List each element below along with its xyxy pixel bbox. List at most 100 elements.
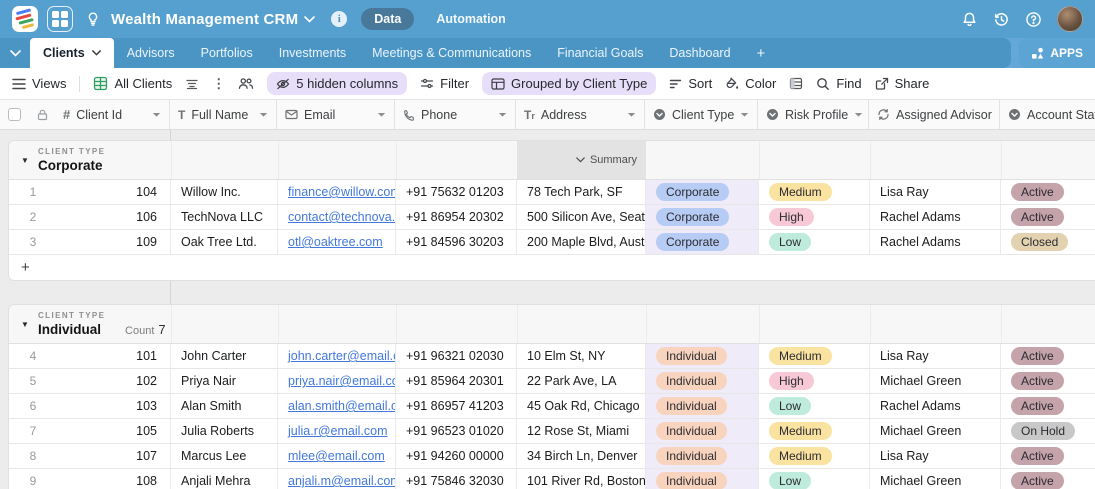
table-row[interactable]: 5102 Priya Nair priya.nair@email.com +91… [8, 369, 1095, 394]
cell-address[interactable]: 12 Rose St, Miami [517, 419, 646, 443]
cell-email[interactable]: finance@willow.com [278, 180, 396, 204]
filter-button[interactable]: Filter [420, 76, 469, 91]
cell-full-name[interactable]: Marcus Lee [171, 444, 278, 468]
nav-automation-tab[interactable]: Automation [436, 12, 505, 26]
column-header-full-name[interactable]: T Full Name [170, 100, 277, 129]
cell-client-type[interactable]: Corporate [646, 205, 759, 229]
column-menu-chevron-icon[interactable] [377, 112, 386, 118]
cell-assigned-advisor[interactable]: Michael Green [870, 419, 1001, 443]
more-options-icon[interactable]: ⋮ [212, 76, 225, 92]
column-header-client-id[interactable]: # Client Id [0, 100, 170, 129]
cell-account-status[interactable]: Active [1001, 180, 1095, 204]
cell-full-name[interactable]: Priya Nair [171, 369, 278, 393]
cell-phone[interactable]: +91 96523 01020 [396, 419, 517, 443]
app-logo[interactable] [12, 6, 38, 32]
cell-email[interactable]: priya.nair@email.com [278, 369, 396, 393]
tab-meetings-communications[interactable]: Meetings & Communications [359, 38, 544, 68]
table-row[interactable]: 9108 Anjali Mehra anjali.m@email.com +91… [8, 469, 1095, 489]
cell-address[interactable]: 78 Tech Park, SF [517, 180, 646, 204]
cell-assigned-advisor[interactable]: Lisa Ray [870, 180, 1001, 204]
tab-financial-goals[interactable]: Financial Goals [544, 38, 656, 68]
cell-account-status[interactable]: Active [1001, 369, 1095, 393]
cell-phone[interactable]: +91 75846 32030 [396, 469, 517, 489]
cell-address[interactable]: 45 Oak Rd, Chicago [517, 394, 646, 418]
table-row[interactable]: 6103 Alan Smith alan.smith@email.com +91… [8, 394, 1095, 419]
cell-phone[interactable]: +91 75632 01203 [396, 180, 517, 204]
cell-client-id[interactable]: 105 [136, 424, 157, 438]
tab-portfolios[interactable]: Portfolios [188, 38, 266, 68]
find-button[interactable]: Find [816, 76, 861, 91]
cell-account-status[interactable]: Closed [1001, 230, 1095, 254]
table-row[interactable]: 4101 John Carter john.carter@email.com +… [8, 344, 1095, 369]
email-link[interactable]: john.carter@email.com [288, 349, 396, 363]
cell-client-type[interactable]: Individual [646, 444, 759, 468]
chevron-down-icon[interactable] [92, 50, 101, 56]
collaborators-icon[interactable] [238, 77, 254, 90]
notifications-bell-icon[interactable] [961, 11, 978, 28]
cell-assigned-advisor[interactable]: Michael Green [870, 369, 1001, 393]
cell-account-status[interactable]: Active [1001, 205, 1095, 229]
cell-assigned-advisor[interactable]: Lisa Ray [870, 344, 1001, 368]
column-menu-chevron-icon[interactable] [498, 112, 507, 118]
cell-email[interactable]: alan.smith@email.com [278, 394, 396, 418]
tab-clients[interactable]: Clients [30, 38, 114, 68]
cell-email[interactable]: mlee@email.com [278, 444, 396, 468]
apps-button[interactable]: APPS [1019, 38, 1095, 68]
cell-client-id[interactable]: 101 [136, 349, 157, 363]
cell-full-name[interactable]: Willow Inc. [171, 180, 278, 204]
column-menu-chevron-icon[interactable] [740, 112, 749, 118]
cell-address[interactable]: 500 Silicon Ave, Seattle [517, 205, 646, 229]
cell-assigned-advisor[interactable]: Rachel Adams [870, 394, 1001, 418]
cell-client-type[interactable]: Individual [646, 394, 759, 418]
column-menu-chevron-icon[interactable] [854, 112, 863, 118]
cell-client-id[interactable]: 107 [136, 449, 157, 463]
cell-risk-profile[interactable]: Medium [759, 180, 870, 204]
cell-email[interactable]: anjali.m@email.com [278, 469, 396, 489]
collapse-group-icon[interactable]: ▼ [21, 320, 29, 329]
email-link[interactable]: alan.smith@email.com [288, 399, 396, 413]
share-button[interactable]: Share [875, 76, 930, 91]
base-grid-icon[interactable] [47, 6, 73, 32]
cell-phone[interactable]: +91 85964 20301 [396, 369, 517, 393]
cell-account-status[interactable]: Active [1001, 444, 1095, 468]
email-link[interactable]: mlee@email.com [288, 449, 385, 463]
cell-phone[interactable]: +91 94260 00000 [396, 444, 517, 468]
cell-client-type[interactable]: Individual [646, 369, 759, 393]
cell-email[interactable]: julia.r@email.com [278, 419, 396, 443]
color-button[interactable]: Color [725, 76, 776, 91]
cell-phone[interactable]: +91 86957 41203 [396, 394, 517, 418]
add-table-button[interactable]: + [744, 38, 779, 68]
cell-client-id[interactable]: 103 [136, 399, 157, 413]
column-header-risk-profile[interactable]: Risk Profile [758, 100, 869, 129]
cell-risk-profile[interactable]: Medium [759, 344, 870, 368]
views-button[interactable]: Views [12, 76, 66, 91]
cell-address[interactable]: 10 Elm St, NY [517, 344, 646, 368]
column-menu-chevron-icon[interactable] [152, 112, 161, 118]
column-header-client-type[interactable]: Client Type [645, 100, 758, 129]
row-height-icon[interactable] [789, 77, 803, 90]
cell-risk-profile[interactable]: Medium [759, 419, 870, 443]
cell-client-type[interactable]: Corporate [646, 180, 759, 204]
column-header-account-status[interactable]: Account Status [1000, 100, 1095, 129]
cell-client-id[interactable]: 106 [136, 210, 157, 224]
cell-account-status[interactable]: On Hold [1001, 419, 1095, 443]
cell-address[interactable]: 22 Park Ave, LA [517, 369, 646, 393]
add-record-row[interactable]: + [8, 255, 1095, 281]
table-row[interactable]: 1104 Willow Inc. finance@willow.com +91 … [8, 180, 1095, 205]
cell-email[interactable]: contact@technova.com [278, 205, 396, 229]
cell-full-name[interactable]: Oak Tree Ltd. [171, 230, 278, 254]
lightbulb-icon[interactable] [85, 11, 101, 27]
cell-full-name[interactable]: TechNova LLC [171, 205, 278, 229]
cell-assigned-advisor[interactable]: Michael Green [870, 469, 1001, 489]
column-header-phone[interactable]: Phone [395, 100, 516, 129]
column-header-email[interactable]: Email [277, 100, 395, 129]
group-header-corporate[interactable]: ▼ CLIENT TYPE Corporate Summary [8, 140, 1095, 180]
tab-dashboard[interactable]: Dashboard [656, 38, 743, 68]
column-header-assigned-advisor[interactable]: Assigned Advisor [869, 100, 1000, 129]
cell-client-type[interactable]: Individual [646, 469, 759, 489]
column-menu-chevron-icon[interactable] [259, 112, 268, 118]
grouped-badge[interactable]: Grouped by Client Type [482, 72, 656, 95]
cell-client-type[interactable]: Individual [646, 344, 759, 368]
email-link[interactable]: julia.r@email.com [288, 424, 388, 438]
cell-risk-profile[interactable]: Low [759, 394, 870, 418]
